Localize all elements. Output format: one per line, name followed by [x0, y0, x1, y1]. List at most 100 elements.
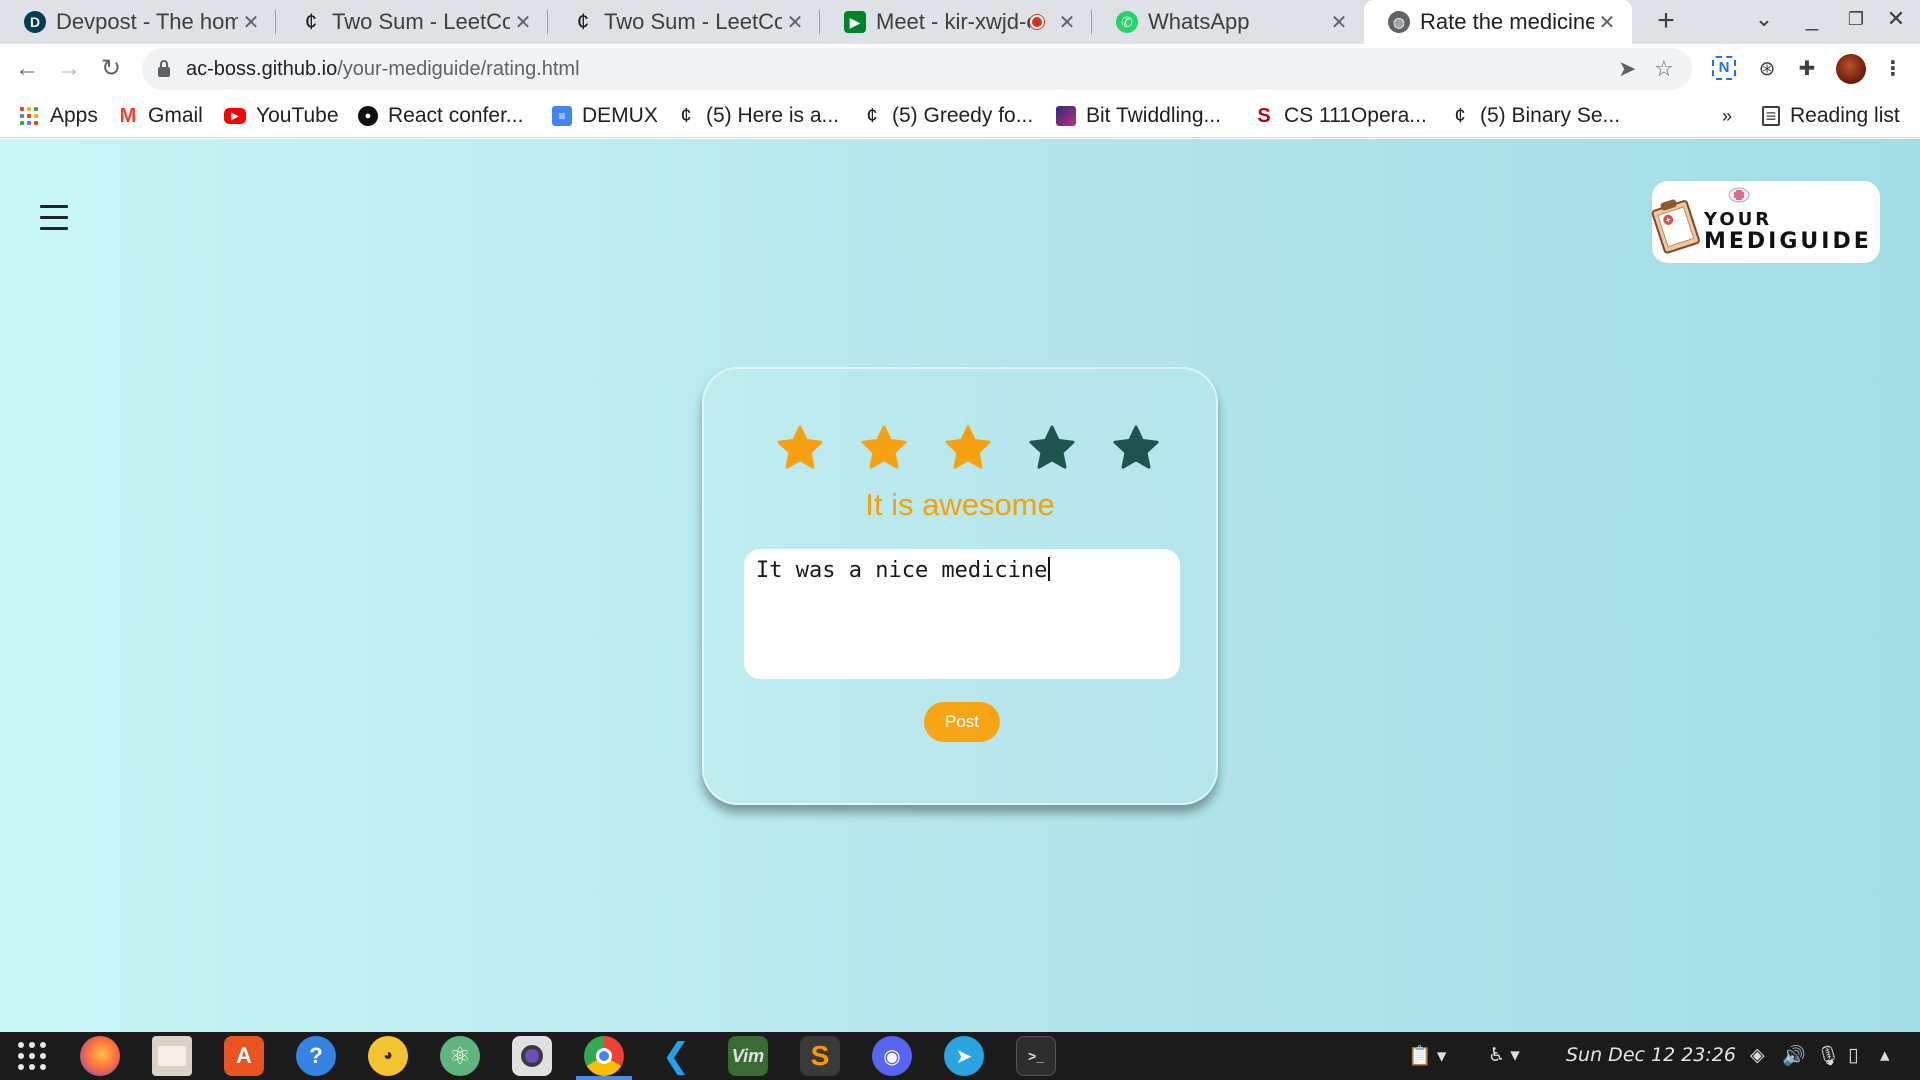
bookmark-gmail[interactable]: M Gmail: [118, 102, 203, 130]
accessibility-tray-icon[interactable]: ♿ ▾: [1488, 1044, 1520, 1067]
devpost-icon: D: [24, 11, 46, 33]
vim-icon[interactable]: Vim: [728, 1036, 768, 1076]
forward-button[interactable]: →: [52, 52, 86, 86]
pill-icon: [1728, 187, 1750, 203]
address-bar[interactable]: ac-boss.github.io/your-mediguide/rating.…: [142, 48, 1692, 90]
reading-list-button[interactable]: ≡ Reading list: [1762, 102, 1900, 130]
tab-devpost[interactable]: D Devpost - The home ✕: [0, 0, 276, 44]
bookmark-star-icon[interactable]: ☆: [1654, 56, 1674, 82]
telegram-icon[interactable]: ➤: [944, 1036, 984, 1076]
browser-toolbar: ← → ↻ ac-boss.github.io/your-mediguide/r…: [0, 44, 1920, 94]
google-docs-icon: ≡: [552, 106, 572, 126]
help-icon[interactable]: ?: [296, 1036, 336, 1076]
rating-card: It is awesome It was a nice medicine Pos…: [702, 367, 1218, 805]
tab-rate-medicine[interactable]: ◍ Rate the medicine ✕: [1364, 0, 1632, 44]
atom-icon[interactable]: ⚛: [440, 1036, 480, 1076]
tray-expand-icon[interactable]: ▴: [1880, 1044, 1890, 1067]
leetcode-icon: ¢: [680, 104, 692, 127]
bookmark-leetcode-binary[interactable]: ¢ (5) Binary Se...: [1450, 102, 1620, 130]
recording-icon: [1030, 15, 1044, 29]
bookmark-demux[interactable]: ≡ DEMUX: [552, 102, 658, 130]
whatsapp-icon: ✆: [1116, 11, 1138, 33]
star-rating[interactable]: [776, 424, 1196, 472]
bookmark-leetcode-here[interactable]: ¢ (5) Here is a...: [676, 102, 839, 130]
leetcode-icon: ¢: [304, 9, 318, 34]
chrome-icon[interactable]: [584, 1036, 624, 1076]
clipboard-tray-icon[interactable]: 📋 ▾: [1408, 1044, 1446, 1068]
leetcode-icon: ¢: [576, 9, 590, 34]
bookmarks-overflow-button[interactable]: »: [1722, 102, 1732, 130]
bookmark-bit-twiddling[interactable]: Bit Twiddling...: [1056, 102, 1221, 130]
tab-leetcode-1[interactable]: ¢ Two Sum - LeetCode ✕: [276, 0, 548, 44]
extensions-puzzle-icon[interactable]: ✚: [1792, 54, 1822, 84]
star-1-icon[interactable]: [776, 424, 824, 472]
back-button[interactable]: ←: [10, 52, 44, 86]
new-tab-button[interactable]: +: [1648, 4, 1684, 38]
bookmarks-bar: Apps M Gmail ▶ YouTube ● React confer...…: [0, 94, 1920, 138]
review-textarea[interactable]: It was a nice medicine: [744, 549, 1180, 679]
tab-title: Devpost - The home: [56, 9, 238, 34]
lock-icon[interactable]: [158, 60, 170, 77]
send-tab-icon[interactable]: ➤: [1618, 56, 1636, 82]
post-button[interactable]: Post: [924, 702, 1000, 742]
star-3-icon[interactable]: [944, 424, 992, 472]
extension-sync-icon[interactable]: ⊛: [1752, 54, 1782, 84]
terminal-icon[interactable]: >_: [1016, 1036, 1056, 1076]
profile-avatar[interactable]: [1836, 54, 1866, 84]
leetcode-icon: ¢: [1454, 104, 1466, 127]
star-5-icon[interactable]: [1112, 424, 1160, 472]
menu-kebab-icon[interactable]: ⋮: [1878, 54, 1908, 84]
microphone-icon[interactable]: 🎙: [1816, 1044, 1840, 1068]
youtube-icon: ▶: [224, 108, 246, 124]
logo-wordmark: YOUR MEDIGUIDE: [1704, 209, 1872, 254]
window-close-button[interactable]: ✕: [1876, 6, 1916, 32]
tab-meet[interactable]: ▶ Meet - kir-xwjd-e ✕: [820, 0, 1092, 44]
firefox-icon[interactable]: [80, 1036, 120, 1076]
leetcode-icon: ¢: [866, 104, 878, 127]
bookmark-leetcode-greedy[interactable]: ¢ (5) Greedy fo...: [862, 102, 1033, 130]
text-cursor: [1048, 557, 1051, 581]
mediguide-logo[interactable]: + YOUR MEDIGUIDE: [1649, 181, 1880, 263]
close-icon[interactable]: ✕: [1594, 10, 1620, 35]
star-2-icon[interactable]: [860, 424, 908, 472]
bookmark-cs111[interactable]: S CS 111Opera...: [1254, 102, 1426, 130]
launcher-icon[interactable]: [12, 1036, 52, 1076]
tab-leetcode-2[interactable]: ¢ Two Sum - LeetCode ✕: [548, 0, 820, 44]
tab-strip: D Devpost - The home ✕ ¢ Two Sum - LeetC…: [0, 0, 1920, 44]
clipboard-icon: +: [1649, 193, 1706, 255]
tab-whatsapp[interactable]: ✆ WhatsApp ✕: [1092, 0, 1364, 44]
wifi-icon[interactable]: ◈: [1750, 1044, 1765, 1067]
close-icon[interactable]: ✕: [238, 10, 264, 35]
camera-icon[interactable]: [512, 1036, 552, 1076]
close-icon[interactable]: ✕: [1326, 10, 1352, 35]
hamburger-menu-icon[interactable]: [40, 205, 68, 238]
bit-twiddling-icon: [1056, 106, 1076, 126]
apps-grid-icon: [20, 107, 38, 125]
minimize-button[interactable]: _: [1792, 6, 1832, 32]
close-icon[interactable]: ✕: [1054, 10, 1080, 35]
software-store-icon[interactable]: A: [224, 1036, 264, 1076]
extension-n-icon[interactable]: N: [1712, 56, 1736, 80]
discord-icon[interactable]: ◉: [872, 1036, 912, 1076]
volume-icon[interactable]: 🔊: [1782, 1044, 1806, 1068]
bookmark-react-conference[interactable]: ● React confer...: [358, 102, 523, 130]
tab-search-icon[interactable]: ⌄: [1744, 6, 1784, 32]
tab-title: Meet - kir-xwjd-e: [876, 9, 1030, 34]
reading-list-icon: ≡: [1762, 106, 1780, 126]
reload-button[interactable]: ↻: [94, 52, 128, 86]
bookmark-apps[interactable]: Apps: [20, 102, 98, 130]
restore-button[interactable]: ❐: [1836, 9, 1876, 30]
vscode-icon[interactable]: ❮: [656, 1036, 696, 1076]
sublime-text-icon[interactable]: S: [800, 1036, 840, 1076]
rating-caption: It is awesome: [865, 487, 1055, 522]
close-icon[interactable]: ✕: [782, 10, 808, 35]
os-taskbar: A ? ◕ ⚛ ❮ Vim S ◉ ➤ >_ 📋 ▾ ♿ ▾ Sun Dec 1…: [0, 1032, 1920, 1080]
star-4-icon[interactable]: [1028, 424, 1076, 472]
battery-icon[interactable]: ▯: [1848, 1044, 1858, 1067]
close-icon[interactable]: ✕: [510, 10, 536, 35]
system-clock[interactable]: Sun Dec 12 23:26: [1566, 1044, 1736, 1066]
files-icon[interactable]: [152, 1036, 192, 1076]
url-text[interactable]: ac-boss.github.io/your-mediguide/rating.…: [186, 58, 580, 81]
bookmark-youtube[interactable]: ▶ YouTube: [224, 102, 339, 130]
pokemon-app-icon[interactable]: ◕: [368, 1036, 408, 1076]
